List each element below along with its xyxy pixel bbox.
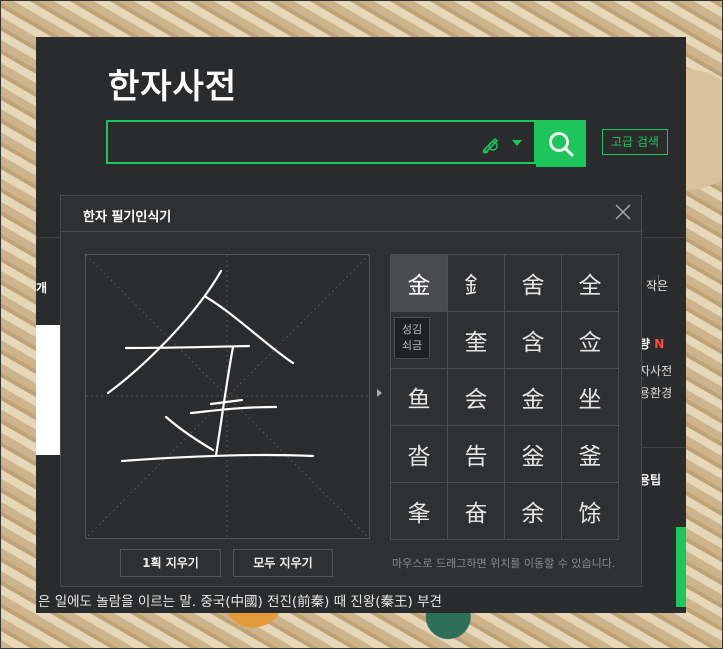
candidate-character[interactable]: 含	[505, 312, 562, 369]
candidate-character[interactable]: 馀	[562, 483, 619, 540]
chevron-down-icon[interactable]	[512, 140, 522, 146]
tooltip-meaning: 쇠금	[401, 339, 423, 352]
side-item-label: 량 N	[639, 337, 665, 351]
chevron-right-icon	[377, 389, 382, 397]
candidate-grid: 金釒舍全奎含佥鱼会金坐沓告釡釜夆奋余馀	[390, 254, 619, 540]
side-item-new[interactable]: 량 N	[639, 335, 664, 352]
candidate-character[interactable]: 金	[505, 369, 562, 426]
clear-stroke-button[interactable]: 1획 지우기	[120, 549, 221, 577]
candidate-character[interactable]: 奋	[448, 483, 505, 540]
candidate-character[interactable]: 夆	[391, 483, 448, 540]
popup-title: 한자 필기인식기	[83, 210, 172, 225]
search-box[interactable]	[106, 120, 536, 164]
search-input[interactable]	[116, 128, 480, 158]
tab-fragment-left[interactable]: 개	[36, 279, 47, 296]
canvas-guides	[85, 254, 370, 539]
tooltip-pronunciation: 성김	[401, 323, 423, 336]
candidate-character[interactable]: 釒	[448, 255, 505, 312]
content-image-fragment	[36, 325, 62, 455]
candidate-character[interactable]: 鱼	[391, 369, 448, 426]
tip-heading: 용팁	[639, 473, 662, 487]
side-item[interactable]: 용환경	[639, 384, 672, 401]
handwriting-pen-icon[interactable]	[480, 133, 502, 155]
candidate-character[interactable]: 沓	[391, 426, 448, 483]
candidate-character[interactable]: 釜	[562, 426, 619, 483]
divider	[658, 275, 659, 289]
candidate-character[interactable]: 金	[391, 255, 448, 312]
page-title: 한자사전	[108, 67, 238, 107]
drag-hint: 마우스로 드래그하면 위치를 이동할 수 있습니다.	[392, 557, 616, 570]
candidate-character[interactable]: 坐	[562, 369, 619, 426]
handwritten-strokes	[106, 269, 315, 463]
popup-header[interactable]: 한자 필기인식기	[61, 196, 641, 232]
candidate-tooltip: 성김 쇠금	[394, 317, 430, 359]
search-icon	[549, 131, 574, 156]
candidate-character[interactable]: 告	[448, 426, 505, 483]
divider	[636, 447, 686, 448]
close-icon[interactable]	[613, 202, 633, 222]
search-button[interactable]	[536, 120, 586, 167]
definition-text: 은 일에도 놀람을 이르는 말. 중국(中國) 전진(前秦) 때 진왕(秦王) …	[38, 594, 442, 610]
candidate-character[interactable]: 舍	[505, 255, 562, 312]
candidate-character[interactable]: 佥	[562, 312, 619, 369]
candidate-character[interactable]: 釡	[505, 426, 562, 483]
candidate-character[interactable]: 余	[505, 483, 562, 540]
advanced-search-button[interactable]: 고급 검색	[602, 129, 668, 155]
new-badge: N	[654, 337, 665, 351]
handwriting-recognizer-popup[interactable]: 한자 필기인식기 金釒舍全奎含佥鱼会金坐沓告釡釜夆奋余馀 성김 쇠금 1획 지우…	[60, 195, 642, 587]
handwriting-canvas[interactable]	[85, 254, 370, 539]
candidate-character[interactable]: 会	[448, 369, 505, 426]
candidate-character[interactable]: 全	[562, 255, 619, 312]
clear-all-button[interactable]: 모두 지우기	[233, 549, 333, 577]
candidate-character[interactable]: 奎	[448, 312, 505, 369]
side-item[interactable]: 자사전	[639, 362, 672, 379]
